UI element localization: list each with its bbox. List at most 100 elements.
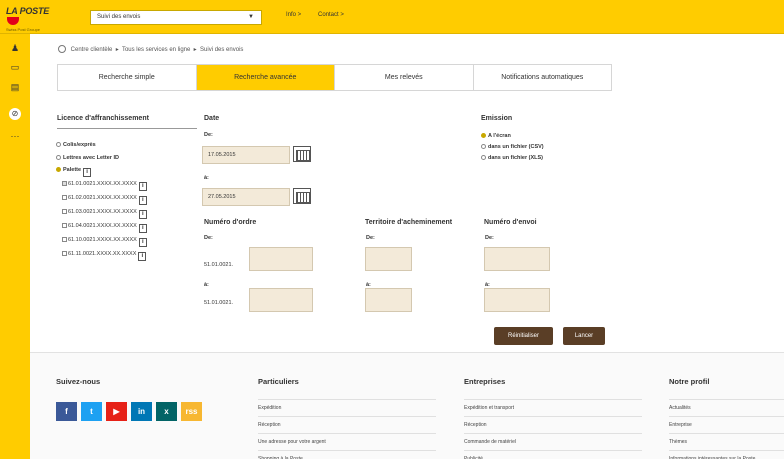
info-icon[interactable]: i [138,252,147,261]
order-to-label: à: [204,282,209,288]
license-option[interactable]: Colis/exprès [56,142,96,148]
package-icon[interactable]: ▭ [9,61,21,73]
checkbox[interactable] [62,251,67,256]
facebook-icon[interactable]: f [56,402,77,421]
radio-button[interactable] [481,155,486,160]
breadcrumb-item[interactable]: Suivi des envois [200,47,243,53]
circle-arrow-icon [58,45,66,53]
calendar-icon[interactable] [293,188,311,204]
checkbox[interactable] [62,195,67,200]
xing-icon[interactable]: x [156,402,177,421]
checkbox-checked[interactable] [62,181,67,186]
territory-from-input[interactable] [365,247,412,271]
contact-link[interactable]: Contact > [318,12,344,18]
tab-recherche-simple[interactable]: Recherche simple [58,65,197,90]
license-number-item[interactable]: 61.11.0021.XXXX.XX.XXXX i [62,251,147,261]
footer: Suivez-nous f t ▶ in x rss Particuliers … [30,352,784,459]
checkbox[interactable] [62,237,67,242]
service-select-value: Suivi des envois [97,14,141,20]
shipment-to-input[interactable] [484,288,550,312]
order-from-prefix: 51.01.0021. [204,262,234,268]
shipment-from-label: De: [485,235,494,241]
license-option[interactable]: Palette i [56,167,92,177]
radio-button-selected[interactable] [56,167,61,172]
entreprises-heading: Entreprises [464,377,506,386]
breadcrumb-item[interactable]: Centre clientèle [71,47,113,53]
la-poste-logo[interactable]: LA POSTE Swiss Post Groupe [6,6,56,32]
logo-subtitle: Swiss Post Groupe [6,27,41,32]
footer-link[interactable]: Entreprise [669,416,784,428]
service-select[interactable]: Suivi des envois ▼ [90,10,262,25]
footer-link[interactable]: Thèmes [669,433,784,445]
territory-heading: Territoire d'acheminement [365,219,453,226]
breadcrumb-separator: ▸ [192,47,199,53]
tab-notifications[interactable]: Notifications automatiques [474,65,612,90]
twitter-icon[interactable]: t [81,402,102,421]
tab-recherche-avancee[interactable]: Recherche avancée [196,65,335,90]
search-tabs: Recherche simple Recherche avancée Mes r… [57,64,612,91]
emission-option[interactable]: A l'écran [481,133,511,139]
info-icon[interactable]: i [138,224,147,233]
shipment-from-input[interactable] [484,247,550,271]
radio-button-selected[interactable] [481,133,486,138]
license-number-item[interactable]: 61.02.0021.XXXX.XX.XXXX i [62,195,147,205]
more-icon[interactable]: ··· [9,130,21,142]
order-number-heading: Numéro d'ordre [204,219,257,226]
footer-link[interactable]: Une adresse pour votre argent [258,433,436,445]
footer-link[interactable]: Shopping à la Poste [258,450,436,459]
territory-from-label: De: [366,235,375,241]
license-number-item[interactable]: 61.04.0021.XXXX.XX.XXXX i [62,223,147,233]
emission-option[interactable]: dans un fichier (XLS) [481,155,543,161]
breadcrumb: Centre clientèle ▸ Tous les services en … [58,45,243,53]
checkbox[interactable] [62,209,67,214]
info-icon[interactable]: i [138,182,147,191]
footer-link[interactable]: Actualités [669,399,784,411]
footer-link[interactable]: Réception [258,416,436,428]
date-to-label: à: [204,175,209,181]
footer-link[interactable]: Informations intéressantes sur la Poste [669,450,784,459]
linkedin-icon[interactable]: in [131,402,152,421]
radio-button[interactable] [56,142,61,147]
date-heading: Date [204,115,220,122]
checkbox[interactable] [62,223,67,228]
radio-button[interactable] [56,155,61,160]
user-icon[interactable]: ♟ [9,42,21,54]
calendar-icon[interactable] [293,146,311,162]
document-icon[interactable]: ▤ [9,81,21,93]
emission-option[interactable]: dans un fichier (CSV) [481,144,544,150]
order-to-input[interactable] [249,288,313,312]
order-to-prefix: 51.01.0021. [204,300,234,306]
info-icon[interactable]: i [138,210,147,219]
rss-icon[interactable]: rss [181,402,202,421]
submit-button[interactable]: Lancer [563,327,605,345]
footer-link[interactable]: Publicité [464,450,642,459]
info-icon[interactable]: i [138,196,147,205]
date-to-input[interactable]: 27.05.2015 [202,188,290,206]
reset-button[interactable]: Réinitialiser [494,327,553,345]
info-icon[interactable]: i [138,238,147,247]
breadcrumb-separator: ▸ [114,47,121,53]
territory-to-input[interactable] [365,288,412,312]
social-heading: Suivez-nous [56,377,101,386]
info-link[interactable]: Info > [286,12,301,18]
date-from-input[interactable]: 17.05.2015 [202,146,290,164]
footer-link[interactable]: Expédition et transport [464,399,642,411]
footer-link[interactable]: Réception [464,416,642,428]
left-rail: ♟ ▭ ▤ ⊘ ··· [0,34,30,459]
breadcrumb-item[interactable]: Tous les services en ligne [122,47,190,53]
order-from-input[interactable] [249,247,313,271]
info-icon[interactable]: i [83,168,92,177]
footer-link[interactable]: Commande de matériel [464,433,642,445]
footer-link[interactable]: Expédition [258,399,436,411]
license-number-item[interactable]: 61.01.0021.XXXX.XX.XXXX i [62,181,147,191]
post-horn-icon [7,17,19,25]
license-option[interactable]: Lettres avec Letter ID [56,155,119,161]
youtube-icon[interactable]: ▶ [106,402,127,421]
order-from-label: De: [204,235,213,241]
license-number-item[interactable]: 61.03.0021.XXXX.XX.XXXX i [62,209,147,219]
profil-heading: Notre profil [669,377,710,386]
tab-mes-releves[interactable]: Mes relevés [335,65,474,90]
compass-icon[interactable]: ⊘ [9,108,21,120]
radio-button[interactable] [481,144,486,149]
license-number-item[interactable]: 61.10.0021.XXXX.XX.XXXX i [62,237,147,247]
